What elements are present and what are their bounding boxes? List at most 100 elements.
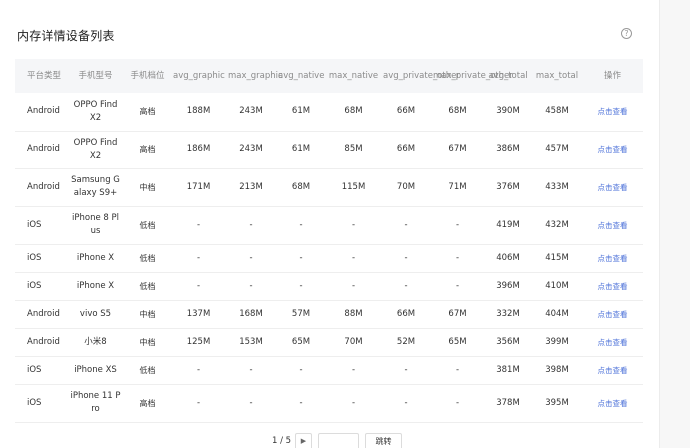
cell-max-private-other: 67M [431, 131, 484, 169]
cell-view-detail-link[interactable]: 点击查看 [582, 93, 643, 132]
cell-max-graphic: 213M [226, 168, 276, 207]
device-table: 平台类型 手机型号 手机档位 avg_graphic max_graphic a… [15, 59, 643, 423]
cell-max-graphic: 153M [226, 328, 276, 357]
cell-max-private-other: 71M [431, 168, 484, 207]
device-list-card: 内存详情设备列表 ? 平台类型 手机型号 手机档位 avg_graphic ma… [0, 0, 660, 448]
cell-max-native: - [326, 206, 381, 245]
jump-button[interactable]: 跳转 [365, 433, 402, 448]
table-row: Android Samsung Galaxy S9+ 中档 171M 213M 68M 11… [15, 168, 643, 207]
cell-avg-total: 390M [484, 93, 532, 132]
cell-avg-total: 396M [484, 272, 532, 301]
cell-max-private-other: - [431, 272, 484, 301]
cell-max-total: 433M [532, 168, 582, 207]
cell-avg-native: - [276, 384, 326, 423]
next-page-button[interactable]: ▶ [295, 433, 312, 448]
table-row: Android OPPO Find X2 高档 186M 243M 61M 85M 66M 67… [15, 131, 643, 169]
cell-avg-graphic: - [171, 272, 226, 301]
cell-avg-graphic: 171M [171, 168, 226, 207]
column-header-max-total: max_total [532, 59, 582, 93]
cell-avg-native: 57M [276, 300, 326, 329]
cell-avg-total: 356M [484, 328, 532, 357]
cell-max-native: 88M [326, 300, 381, 329]
cell-max-native: 115M [326, 168, 381, 207]
cell-platform: Android [15, 93, 67, 132]
cell-avg-native: 65M [276, 328, 326, 357]
cell-avg-native: - [276, 356, 326, 385]
cell-platform: Android [15, 131, 67, 169]
cell-view-detail-link[interactable]: 点击查看 [582, 206, 643, 245]
cell-tier: 低档 [124, 356, 171, 385]
cell-avg-total: 376M [484, 168, 532, 207]
cell-model: vivo S5 [67, 300, 124, 329]
column-header-max-graphic: max_graphic [226, 59, 283, 93]
cell-max-total: 398M [532, 356, 582, 385]
table-row: iOS iPhone 11 Pro 高档 - - - - - -378M 395M 点击查看 [15, 384, 643, 423]
page-indicator: 1 / 5 [272, 436, 292, 446]
cell-view-detail-link[interactable]: 点击查看 [582, 356, 643, 385]
cell-model: iPhone 11 Pro [67, 384, 124, 423]
cell-max-total: 457M [532, 131, 582, 169]
column-header-platform: 平台类型 [15, 59, 67, 93]
cell-avg-private-other: 52M [381, 328, 431, 357]
cell-max-graphic: 243M [226, 93, 276, 132]
cell-max-private-other: - [431, 206, 484, 245]
cell-model: 小米8 [67, 328, 124, 357]
cell-tier: 中档 [124, 328, 171, 357]
cell-tier: 低档 [124, 206, 171, 245]
cell-avg-total: 332M [484, 300, 532, 329]
cell-max-private-other: 68M [431, 93, 484, 132]
cell-model: iPhone 8 Plus [67, 206, 124, 245]
chevron-right-icon: ▶ [300, 437, 307, 445]
cell-platform: iOS [15, 384, 67, 423]
cell-tier: 高档 [124, 384, 171, 423]
cell-platform: iOS [15, 356, 67, 385]
cell-view-detail-link[interactable]: 点击查看 [582, 272, 643, 301]
cell-view-detail-link[interactable]: 点击查看 [582, 300, 643, 329]
cell-max-private-other: - [431, 384, 484, 423]
cell-avg-graphic: - [171, 384, 226, 423]
cell-max-graphic: - [226, 384, 276, 423]
cell-platform: iOS [15, 244, 67, 273]
cell-max-total: 458M [532, 93, 582, 132]
cell-view-detail-link[interactable]: 点击查看 [582, 328, 643, 357]
cell-avg-private-other: - [381, 244, 431, 273]
help-icon[interactable]: ? [621, 28, 632, 39]
cell-model: iPhone X [67, 244, 124, 273]
cell-view-detail-link[interactable]: 点击查看 [582, 131, 643, 169]
table-row: Android 小米8 中档 125M 153M 65M 70M 52M 65M 356M 399M… [15, 328, 643, 357]
cell-max-private-other: - [431, 356, 484, 385]
cell-max-graphic: 243M [226, 131, 276, 169]
cell-avg-total: 419M [484, 206, 532, 245]
cell-tier: 高档 [124, 131, 171, 169]
cell-view-detail-link[interactable]: 点击查看 [582, 384, 643, 423]
cell-avg-private-other: - [381, 384, 431, 423]
page-title: 内存详情设备列表 [17, 29, 115, 43]
cell-view-detail-link[interactable]: 点击查看 [582, 168, 643, 207]
cell-platform: iOS [15, 206, 67, 245]
cell-max-native: - [326, 244, 381, 273]
cell-avg-graphic: - [171, 206, 226, 245]
cell-model: iPhone XS [67, 356, 124, 385]
cell-avg-private-other: - [381, 206, 431, 245]
cell-tier: 中档 [124, 300, 171, 329]
page-jump-input[interactable] [318, 433, 359, 448]
cell-avg-native: 68M [276, 168, 326, 207]
cell-platform: Android [15, 168, 67, 207]
column-header-avg-native: avg_native [276, 59, 326, 93]
page-scrollbar[interactable] [660, 0, 690, 448]
cell-max-graphic: - [226, 244, 276, 273]
cell-max-total: 404M [532, 300, 582, 329]
cell-avg-native: - [276, 272, 326, 301]
cell-avg-private-other: 70M [381, 168, 431, 207]
cell-avg-native: - [276, 206, 326, 245]
table-row: Android vivo S5 中档 137M 168M 57M 88M 66M 67M 332M… [15, 300, 643, 329]
cell-max-total: 415M [532, 244, 582, 273]
column-header-tier: 手机档位 [124, 59, 171, 93]
cell-avg-graphic: 125M [171, 328, 226, 357]
cell-avg-graphic: - [171, 356, 226, 385]
cell-max-total: 395M [532, 384, 582, 423]
cell-view-detail-link[interactable]: 点击查看 [582, 244, 643, 273]
table-header-row: 平台类型 手机型号 手机档位 avg_graphic max_graphic a… [15, 59, 643, 93]
cell-avg-graphic: 188M [171, 93, 226, 132]
cell-max-private-other: 67M [431, 300, 484, 329]
